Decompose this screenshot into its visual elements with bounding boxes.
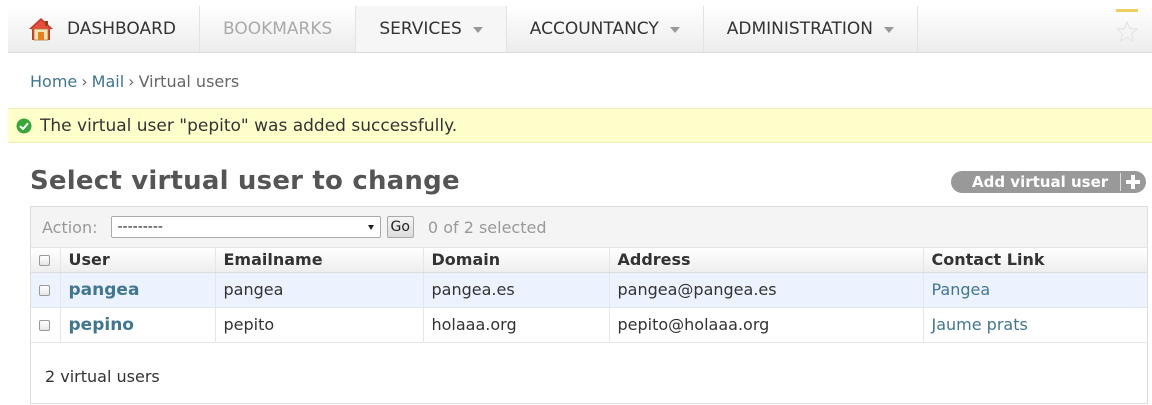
go-button[interactable]: Go <box>386 216 414 238</box>
contact-link[interactable]: Jaume prats <box>932 315 1028 334</box>
nav-services[interactable]: SERVICES <box>356 6 507 52</box>
action-selected-option: --------- <box>117 219 163 235</box>
nav-administration-label: ADMINISTRATION <box>726 19 874 39</box>
chevron-down-icon <box>367 224 374 230</box>
cell-contact: Pangea <box>922 272 1147 308</box>
user-link[interactable]: pepino <box>69 315 134 335</box>
user-link[interactable]: pangea <box>69 280 140 300</box>
cell-address: pepito@holaaa.org <box>608 307 923 343</box>
cell-domain: pangea.es <box>422 272 609 308</box>
table-header-row: User Emailname Domain Address Contact Li… <box>31 248 1147 273</box>
plus-icon <box>1126 175 1140 189</box>
breadcrumb-separator: › <box>128 72 135 91</box>
nav-bookmarks[interactable]: BOOKMARKS <box>200 6 357 52</box>
breadcrumb-home[interactable]: Home <box>30 72 77 91</box>
success-message: The virtual user "pepito" was added succ… <box>8 108 1152 143</box>
action-select[interactable]: --------- <box>110 216 381 238</box>
header-address[interactable]: Address <box>608 248 923 273</box>
header-emailname[interactable]: Emailname <box>214 248 423 273</box>
star-icon[interactable] <box>1116 9 1138 49</box>
breadcrumb: Home › Mail › Virtual users <box>30 72 239 91</box>
nav-bookmarks-label: BOOKMARKS <box>222 19 333 39</box>
table-row: pangea pangea pangea.es pangea@pangea.es… <box>31 272 1147 308</box>
chevron-down-icon <box>472 27 483 33</box>
select-all-cell <box>31 248 60 273</box>
cell-emailname: pangea <box>214 272 423 308</box>
actions-bar: Action: --------- Go 0 of 2 selected <box>31 207 1147 248</box>
action-counter: 0 of 2 selected <box>427 217 547 237</box>
row-checkbox[interactable] <box>39 320 50 331</box>
cell-emailname: pepito <box>214 307 423 343</box>
nav-services-label: SERVICES <box>379 19 462 39</box>
changelist: Action: --------- Go 0 of 2 selected Use… <box>30 206 1148 404</box>
cell-user: pangea <box>59 272 215 308</box>
add-virtual-user-label: Add virtual user <box>972 173 1109 191</box>
results-table: User Emailname Domain Address Contact Li… <box>31 248 1147 343</box>
success-check-icon <box>16 118 32 133</box>
success-message-text: The virtual user "pepito" was added succ… <box>40 115 458 136</box>
breadcrumb-mail[interactable]: Mail <box>92 72 125 91</box>
chevron-down-icon <box>884 27 895 33</box>
row-checkbox-cell <box>31 307 60 343</box>
cell-user: pepino <box>59 307 215 343</box>
nav-accountancy-label: ACCOUNTANCY <box>529 19 659 39</box>
star-indicator-bar <box>1116 9 1138 12</box>
cell-domain: holaaa.org <box>422 307 609 343</box>
header-contact-link[interactable]: Contact Link <box>922 248 1147 273</box>
page-title: Select virtual user to change <box>30 166 460 196</box>
nav-dashboard-label: DASHBOARD <box>67 19 176 39</box>
nav-administration[interactable]: ADMINISTRATION <box>704 6 919 52</box>
cell-contact: Jaume prats <box>922 307 1147 343</box>
nav-accountancy[interactable]: ACCOUNTANCY <box>507 6 704 52</box>
breadcrumb-current: Virtual users <box>138 72 240 91</box>
top-navigation: DASHBOARD BOOKMARKS SERVICES ACCOUNTANCY… <box>8 6 1152 53</box>
contact-link[interactable]: Pangea <box>932 280 991 299</box>
button-divider <box>1120 173 1121 191</box>
table-row: pepino pepito holaaa.org pepito@holaaa.o… <box>31 307 1147 343</box>
cell-address: pangea@pangea.es <box>608 272 923 308</box>
header-user[interactable]: User <box>59 248 215 273</box>
add-virtual-user-button[interactable]: Add virtual user <box>951 171 1146 193</box>
home-icon <box>29 18 53 41</box>
chevron-down-icon <box>669 27 680 33</box>
header-domain[interactable]: Domain <box>422 248 609 273</box>
action-label: Action: <box>42 217 98 237</box>
breadcrumb-separator: › <box>81 72 88 91</box>
select-all-checkbox[interactable] <box>39 255 50 267</box>
row-checkbox-cell <box>31 272 60 308</box>
paginator: 2 virtual users <box>45 367 160 386</box>
row-checkbox[interactable] <box>39 285 50 296</box>
nav-dashboard[interactable]: DASHBOARD <box>8 6 200 52</box>
